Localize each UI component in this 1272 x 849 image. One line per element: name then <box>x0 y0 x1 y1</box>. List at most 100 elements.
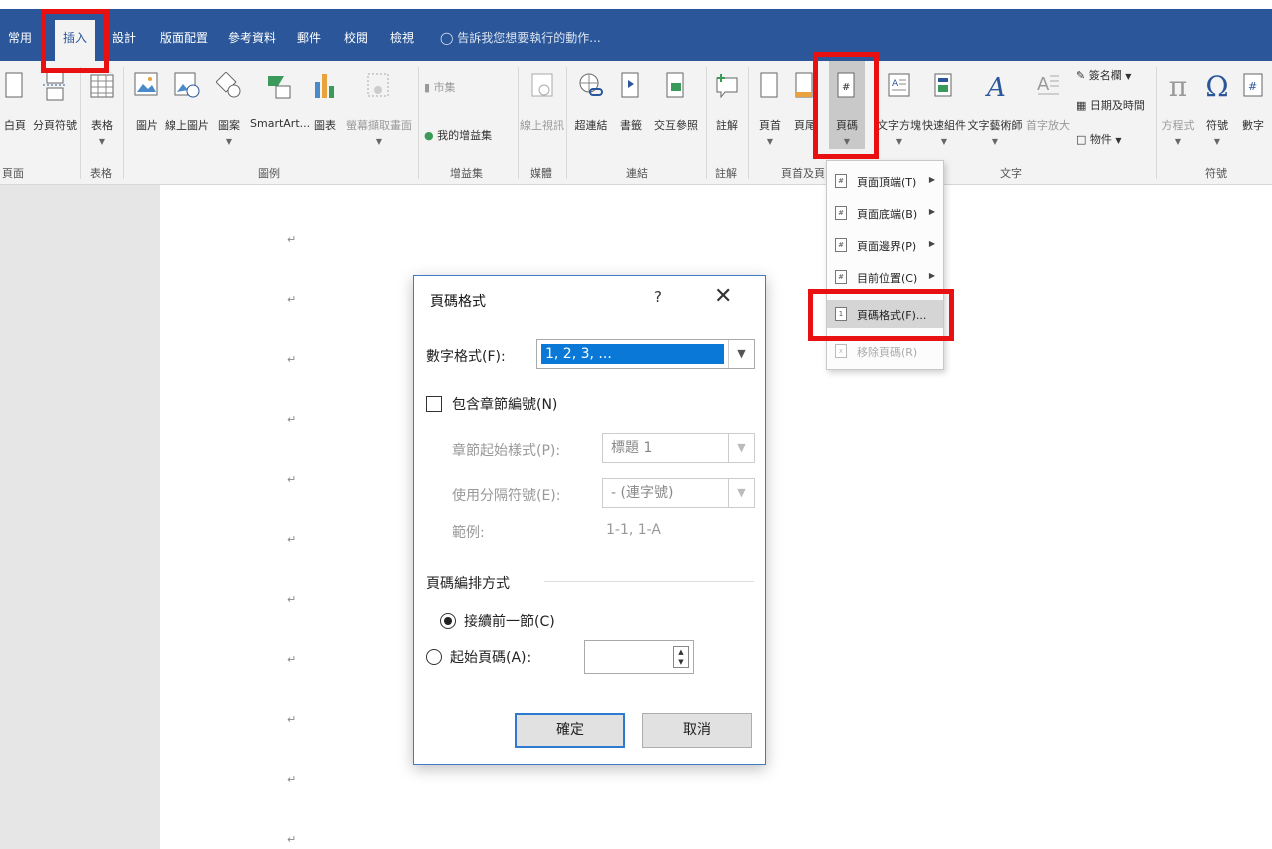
bookmark-icon <box>618 71 644 101</box>
tab-references[interactable]: 參考資料 <box>228 29 276 46</box>
continue-label[interactable]: 接續前一節(C) <box>464 611 555 631</box>
online-video-button[interactable]: 線上視訊 <box>520 61 564 133</box>
spin-arrows-icon[interactable]: ▲ ▼ <box>673 646 689 668</box>
close-button[interactable]: ✕ <box>714 284 732 309</box>
cancel-button[interactable]: 取消 <box>642 713 752 748</box>
number-button[interactable]: # 數字 <box>1236 61 1270 133</box>
page-break-icon <box>42 71 68 101</box>
include-chapter-checkbox[interactable] <box>426 396 442 412</box>
menu-item-top-of-page[interactable]: # 頁面頂端(T) ▶ <box>827 167 943 195</box>
blank-page-button[interactable]: 白頁 <box>0 61 30 133</box>
symbol-label: 符號 <box>1206 119 1228 132</box>
store-button[interactable]: ▮ 市集 <box>424 79 456 95</box>
bookmark-label: 書籤 <box>620 119 642 132</box>
group-label-addins: 增益集 <box>450 167 483 180</box>
menu-item-bottom-of-page[interactable]: # 頁面底端(B) ▶ <box>827 199 943 227</box>
group-label-tables: 表格 <box>90 167 112 180</box>
shapes-button[interactable]: 圖案 ▼ <box>212 61 246 146</box>
svg-text:#: # <box>1248 80 1257 93</box>
globe-link-icon <box>578 71 604 101</box>
menu-item-label: 目前位置(C) <box>857 272 918 285</box>
chart-icon <box>312 71 338 101</box>
wordart-label: 文字藝術師 <box>967 119 1023 132</box>
tell-me-box[interactable]: ◯ 告訴我您想要執行的動作... <box>440 29 601 46</box>
start-at-label[interactable]: 起始頁碼(A): <box>450 647 531 667</box>
tab-view[interactable]: 檢視 <box>390 29 414 46</box>
menu-item-label: 頁面頂端(T) <box>857 176 917 189</box>
chevron-down-icon: ▼ <box>728 479 754 507</box>
tab-design[interactable]: 設計 <box>112 29 136 46</box>
date-time-button[interactable]: ▦ 日期及時間 <box>1076 97 1145 113</box>
table-icon <box>89 71 115 101</box>
menu-item-current-position[interactable]: # 目前位置(C) ▶ <box>827 263 943 291</box>
drop-cap-button[interactable]: A 首字放大 <box>1026 61 1070 133</box>
online-picture-button[interactable]: 線上圖片 <box>164 61 210 133</box>
continue-radio[interactable] <box>440 613 456 629</box>
text-box-label: 文字方塊 <box>877 119 921 132</box>
cross-reference-button[interactable]: 交互參照 <box>648 61 704 133</box>
paragraph-mark: ↵ <box>287 293 297 306</box>
tab-layout[interactable]: 版面配置 <box>160 29 208 46</box>
pi-icon: π <box>1168 69 1188 103</box>
number-format-value: 1, 2, 3, ... <box>541 344 724 364</box>
comment-button[interactable]: 註解 <box>708 61 746 133</box>
object-button[interactable]: □ 物件 ▼ <box>1076 131 1122 147</box>
paragraph-mark: ↵ <box>287 593 297 606</box>
omega-icon: Ω <box>1205 69 1229 103</box>
chevron-down-icon: ▼ <box>1125 72 1132 81</box>
equation-button[interactable]: π 方程式 ▼ <box>1158 61 1198 147</box>
group-separator <box>518 67 519 179</box>
signature-label: 簽名欄 <box>1088 69 1122 82</box>
number-format-select[interactable]: 1, 2, 3, ... ▼ <box>536 339 755 369</box>
chevron-down-icon: ▼ <box>1174 137 1182 146</box>
blank-page-label: 白頁 <box>4 119 26 132</box>
ok-button[interactable]: 確定 <box>515 713 625 748</box>
header-label: 頁首 <box>759 119 781 132</box>
menu-item-page-margins[interactable]: # 頁面邊界(P) ▶ <box>827 231 943 259</box>
text-box-button[interactable]: A 文字方塊 ▼ <box>872 61 926 146</box>
hyperlink-button[interactable]: 超連結 <box>568 61 614 133</box>
help-button[interactable]: ? <box>654 288 662 306</box>
symbol-button[interactable]: Ω 符號 ▼ <box>1200 61 1234 147</box>
smartart-button[interactable]: SmartArt... <box>250 61 310 130</box>
paragraph-mark: ↵ <box>287 773 297 786</box>
chevron-down-icon[interactable]: ▼ <box>728 340 754 368</box>
start-at-radio[interactable] <box>426 649 442 665</box>
number-format-label: 數字格式(F): <box>426 349 506 365</box>
chapter-style-select[interactable]: 標題 1 ▼ <box>602 433 755 463</box>
tab-mailings[interactable]: 郵件 <box>297 29 321 46</box>
header-icon <box>757 71 783 101</box>
svg-text:A: A <box>1037 74 1050 95</box>
quick-parts-label: 快速組件 <box>922 119 966 132</box>
start-at-spinner[interactable]: ▲ ▼ <box>584 640 694 674</box>
numbering-section-header: 頁碼編排方式 <box>426 576 510 592</box>
example-value: 1-1, 1-A <box>606 522 661 538</box>
screenshot-button[interactable]: 螢幕擷取畫面 ▼ <box>342 61 416 146</box>
chevron-down-icon: ▼ <box>991 137 999 146</box>
header-button[interactable]: 頁首 ▼ <box>752 61 788 146</box>
quick-parts-button[interactable]: 快速組件 ▼ <box>922 61 966 146</box>
picture-button[interactable]: 圖片 <box>130 61 164 133</box>
highlight-format-page-numbers <box>808 289 954 341</box>
dialog-title: 頁碼格式 <box>430 294 486 310</box>
separator-select[interactable]: - (連字號) ▼ <box>602 478 755 508</box>
store-label: 市集 <box>433 81 456 94</box>
page-bottom-icon: # <box>835 206 847 220</box>
include-chapter-label[interactable]: 包含章節編號(N) <box>452 394 557 414</box>
menu-item-remove-page-numbers[interactable]: x 移除頁碼(R) <box>827 337 943 365</box>
tab-review[interactable]: 校閱 <box>344 29 368 46</box>
separator-label: 使用分隔符號(E): <box>452 488 561 504</box>
shapes-label: 圖案 <box>218 119 240 132</box>
wordart-button[interactable]: A 文字藝術師 ▼ <box>966 61 1024 146</box>
remove-page-number-icon: x <box>835 344 847 358</box>
highlight-insert-tab <box>41 9 109 73</box>
my-addins-button[interactable]: ● 我的增益集 <box>424 127 492 143</box>
table-button[interactable]: 表格 ▼ <box>84 61 120 146</box>
hyperlink-label: 超連結 <box>574 119 608 132</box>
tab-home[interactable]: 常用 <box>8 29 32 46</box>
signature-line-button[interactable]: ✎ 簽名欄 ▼ <box>1076 67 1131 83</box>
chart-button[interactable]: 圖表 <box>310 61 340 133</box>
paragraph-mark: ↵ <box>287 713 297 726</box>
menu-item-label: 頁面邊界(P) <box>857 240 917 253</box>
bookmark-button[interactable]: 書籤 <box>616 61 646 133</box>
